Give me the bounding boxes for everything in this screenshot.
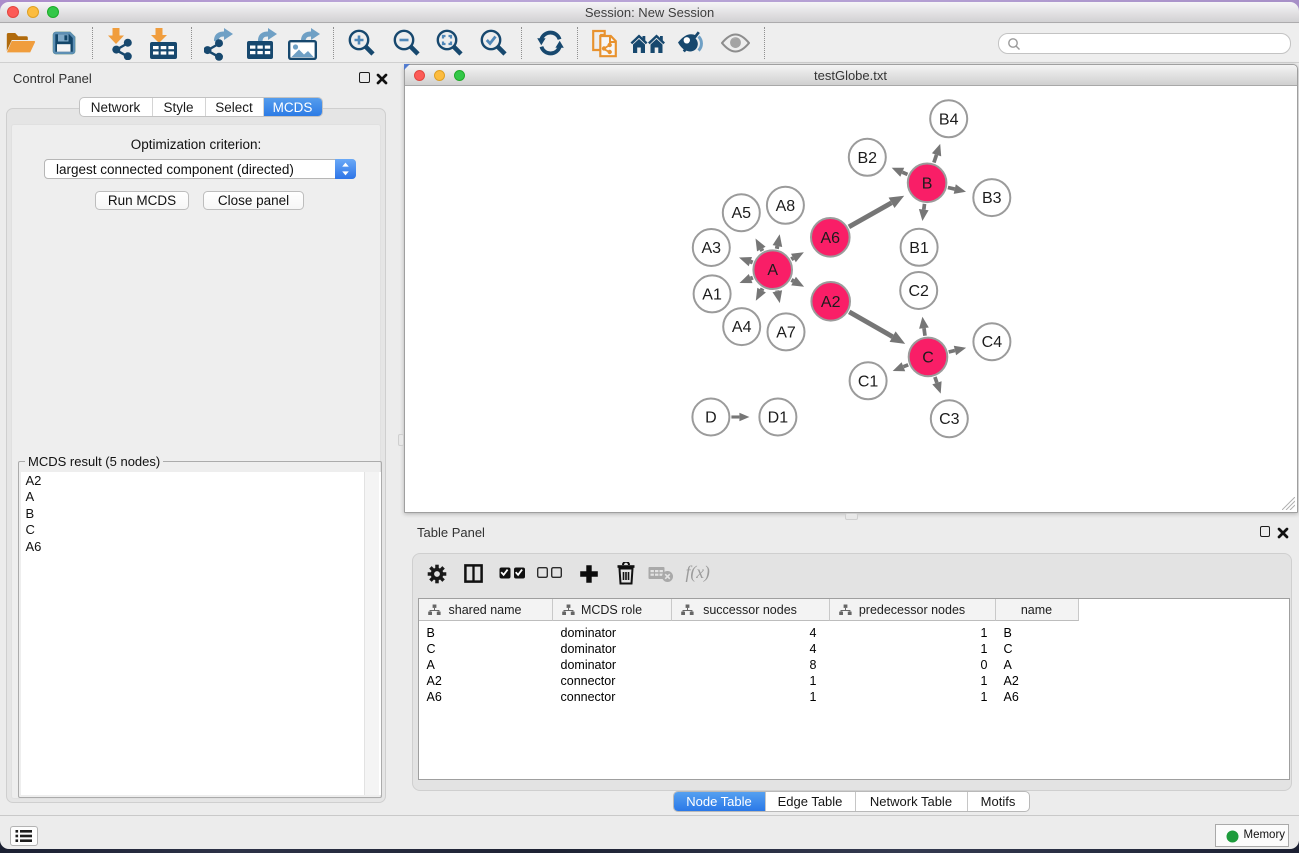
svg-text:D: D (705, 410, 717, 427)
svg-text:A2: A2 (820, 294, 840, 311)
svg-text:C1: C1 (857, 373, 878, 390)
svg-text:A6: A6 (820, 230, 840, 247)
svg-text:C: C (922, 349, 934, 366)
svg-text:C2: C2 (908, 283, 929, 300)
svg-text:A8: A8 (775, 198, 795, 215)
svg-text:B: B (921, 175, 932, 192)
svg-text:B1: B1 (909, 240, 929, 257)
svg-text:C4: C4 (981, 334, 1002, 351)
svg-text:B3: B3 (982, 190, 1002, 207)
svg-text:C3: C3 (939, 411, 960, 428)
svg-text:A3: A3 (701, 240, 721, 257)
svg-text:A1: A1 (702, 286, 722, 303)
svg-text:A7: A7 (776, 324, 796, 341)
svg-text:B2: B2 (857, 150, 877, 167)
svg-text:A4: A4 (731, 319, 751, 336)
svg-text:B4: B4 (938, 111, 958, 128)
svg-text:A5: A5 (731, 205, 751, 222)
svg-text:A: A (767, 262, 778, 279)
svg-text:D1: D1 (767, 410, 788, 427)
